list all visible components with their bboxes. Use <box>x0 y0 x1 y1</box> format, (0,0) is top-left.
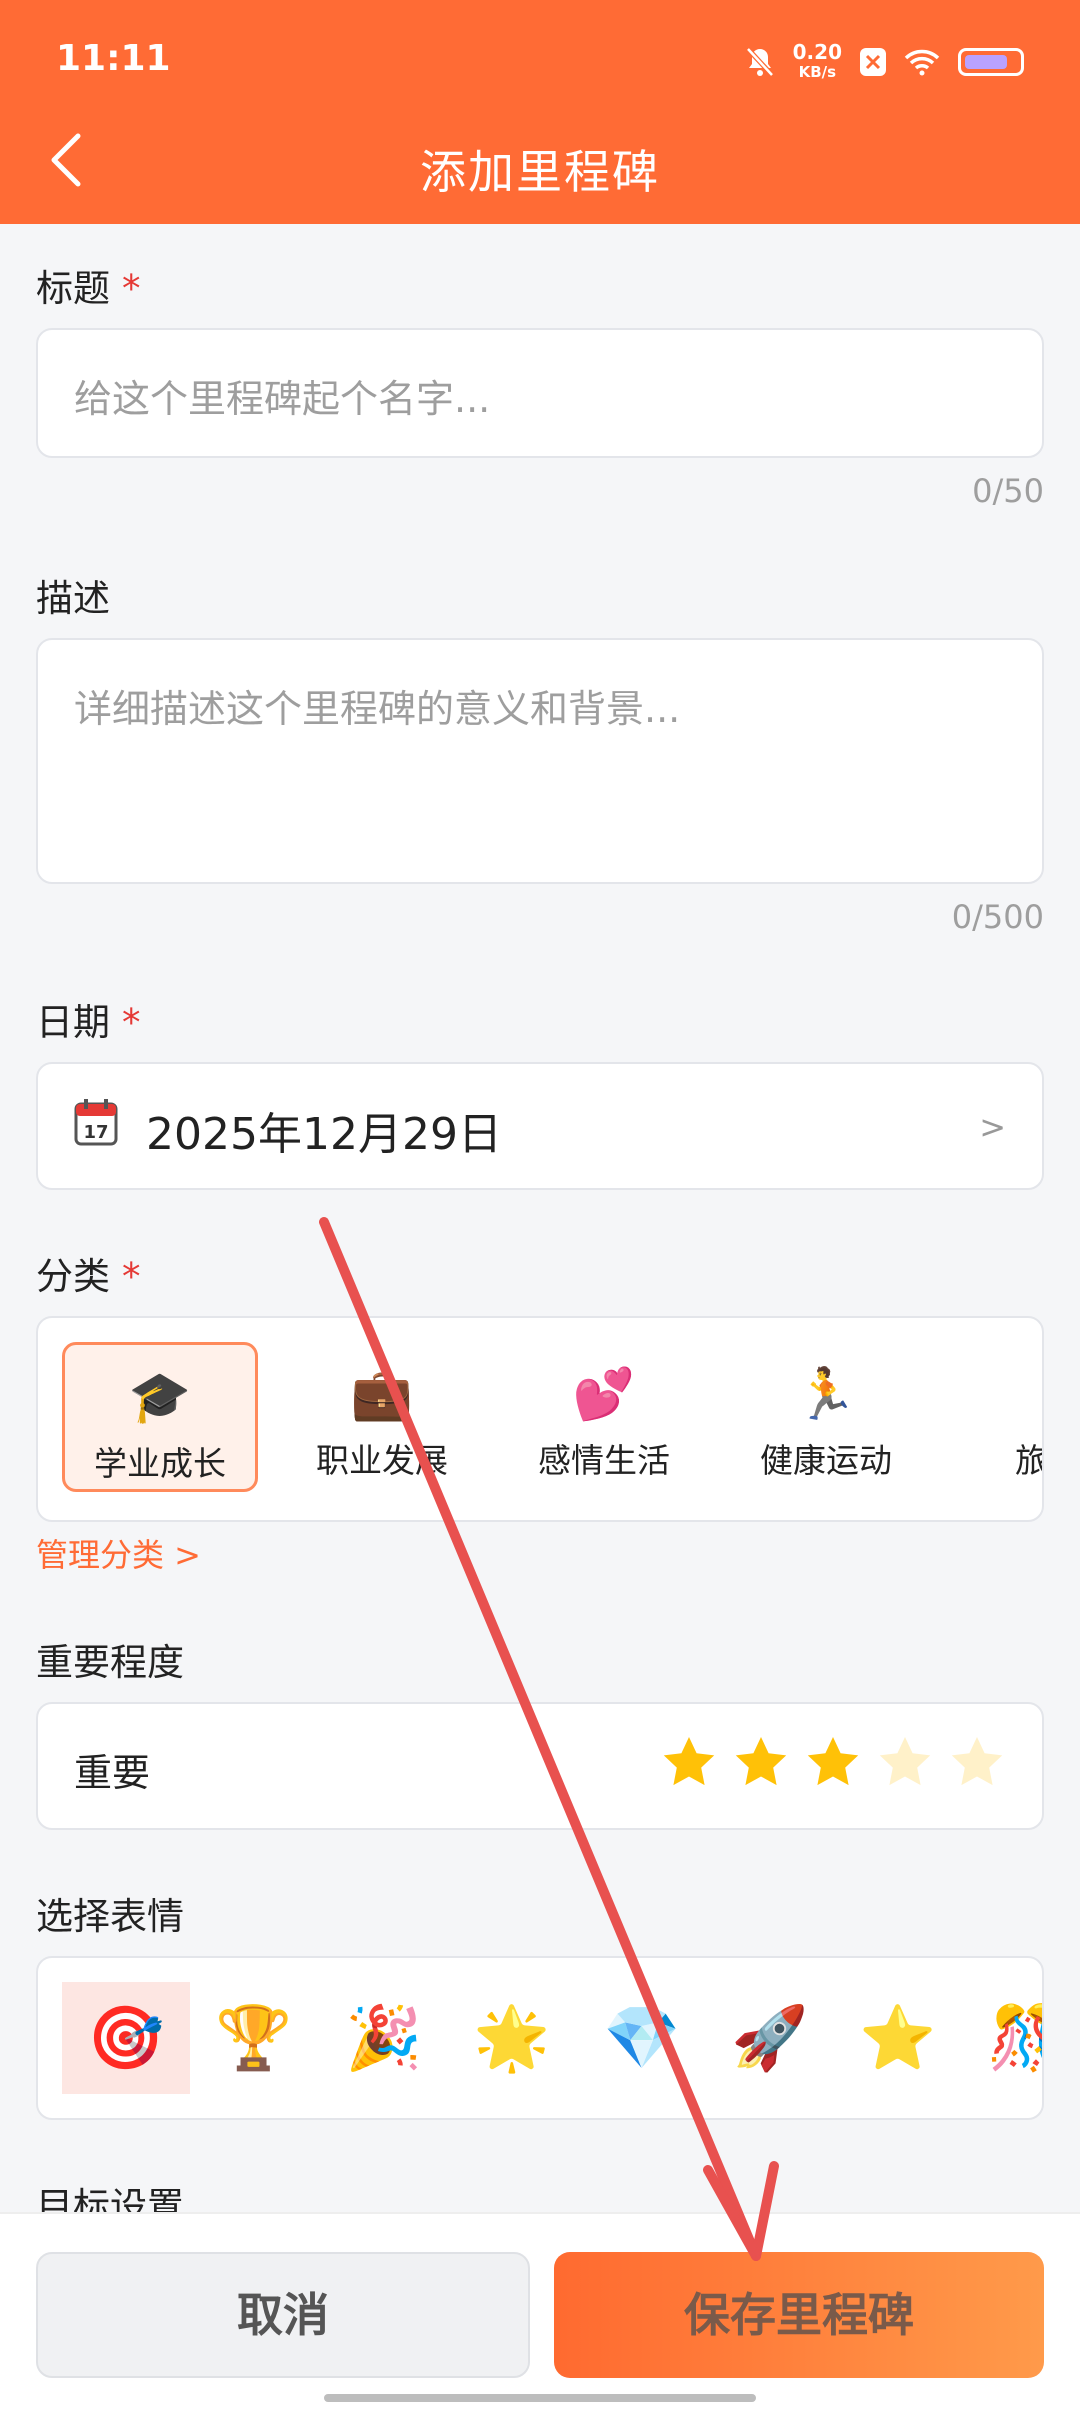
importance-label: 重要程度 <box>36 1641 184 1684</box>
category-item-fitness[interactable]: 🏃 健康运动 <box>728 1342 924 1492</box>
description-textarea[interactable]: 详细描述这个里程碑的意义和背景... <box>36 638 1044 884</box>
category-label-text: 分类 <box>36 1255 110 1298</box>
category-item-label: 职业发展 <box>316 1441 448 1480</box>
mute-bell-icon <box>745 47 774 77</box>
title-placeholder: 给这个里程碑起个名字... <box>74 377 491 421</box>
home-indicator[interactable] <box>324 2394 756 2402</box>
star-empty-icon[interactable] <box>948 1734 1006 1792</box>
two-hearts-icon: 💕 <box>572 1365 636 1423</box>
emoji-item-trophy[interactable]: 🏆 <box>190 1982 318 2094</box>
wifi-icon <box>904 49 940 76</box>
category-item-academic[interactable]: 🎓 学业成长 <box>62 1342 258 1492</box>
title-counter: 0/50 <box>972 472 1044 510</box>
category-item-travel[interactable]: 旅行 <box>950 1342 1042 1492</box>
importance-rating: 重要 <box>36 1702 1044 1830</box>
calendar-icon: 17 <box>74 1099 118 1146</box>
travel-icon <box>950 1364 1042 1424</box>
battery-icon <box>958 48 1024 76</box>
page-title: 添加里程碑 <box>420 145 660 199</box>
battery-fill <box>965 55 1007 69</box>
runner-icon: 🏃 <box>794 1365 858 1423</box>
app-header: 11:11 0.20 KB/s 添加里程碑 <box>0 0 1080 224</box>
star-filled-icon[interactable] <box>732 1734 790 1792</box>
category-selector: 🎓 学业成长 💼 职业发展 💕 感情生活 🏃 健康运动 旅行 <box>36 1316 1044 1522</box>
emoji-item-glowing-star[interactable]: 🌟 <box>448 1982 576 2094</box>
category-item-relationship[interactable]: 💕 感情生活 <box>506 1342 702 1492</box>
status-time: 11:11 <box>56 38 171 79</box>
description-counter: 0/500 <box>951 898 1044 936</box>
description-label: 描述 <box>36 577 110 620</box>
action-bar: 取消 保存里程碑 <box>0 2212 1080 2410</box>
manage-categories-link[interactable]: 管理分类 > <box>36 1530 201 1576</box>
date-value: 2025年12月29日 <box>146 1109 502 1160</box>
category-item-label: 感情生活 <box>538 1441 670 1480</box>
emoji-item-star[interactable]: ⭐ <box>834 1982 962 2094</box>
emoji-item-rocket[interactable]: 🚀 <box>706 1982 834 2094</box>
emoji-item-gem[interactable]: 💎 <box>578 1982 706 2094</box>
date-arrow: > <box>979 1108 1006 1146</box>
category-label: 分类 * <box>36 1246 141 1300</box>
network-speed-value: 0.20 <box>792 40 842 64</box>
save-milestone-button[interactable]: 保存里程碑 <box>554 2252 1044 2378</box>
star-empty-icon[interactable] <box>876 1734 934 1792</box>
status-icons: 0.20 KB/s <box>745 42 1024 82</box>
star-filled-icon[interactable] <box>804 1734 862 1792</box>
required-mark: * <box>122 1001 141 1044</box>
briefcase-icon: 💼 <box>350 1365 414 1423</box>
description-placeholder: 详细描述这个里程碑的意义和背景... <box>74 687 681 731</box>
required-mark: * <box>122 1255 141 1298</box>
category-item-label: 旅行 <box>950 1434 1042 1482</box>
emoji-label: 选择表情 <box>36 1895 184 1938</box>
svg-text:17: 17 <box>83 1122 108 1143</box>
app-notification-icon <box>860 48 886 76</box>
network-speed: 0.20 KB/s <box>793 42 842 82</box>
emoji-item-confetti[interactable]: 🎊 <box>962 1982 1042 2094</box>
category-item-label: 健康运动 <box>760 1441 892 1480</box>
cancel-button[interactable]: 取消 <box>36 2252 530 2378</box>
date-label-text: 日期 <box>36 1001 110 1044</box>
graduation-cap-icon: 🎓 <box>128 1368 192 1426</box>
category-item-label: 学业成长 <box>94 1444 226 1483</box>
title-input[interactable]: 给这个里程碑起个名字... <box>36 328 1044 458</box>
emoji-selector: 🎯 🏆 🎉 🌟 💎 🚀 ⭐ 🎊 <box>36 1956 1044 2120</box>
date-label: 日期 * <box>36 992 141 1046</box>
emoji-item-party-popper[interactable]: 🎉 <box>320 1982 448 2094</box>
title-label: 标题 * <box>36 258 141 312</box>
emoji-item-dart[interactable]: 🎯 <box>62 1982 190 2094</box>
required-mark: * <box>122 267 141 310</box>
title-label-text: 标题 <box>36 267 110 310</box>
network-speed-unit: KB/s <box>798 63 837 81</box>
date-picker[interactable]: 17 2025年12月29日 > <box>36 1062 1044 1190</box>
category-item-career[interactable]: 💼 职业发展 <box>284 1342 480 1492</box>
star-filled-icon[interactable] <box>660 1734 718 1792</box>
star-rating[interactable] <box>660 1734 1006 1792</box>
importance-value: 重要 <box>74 1751 151 1795</box>
